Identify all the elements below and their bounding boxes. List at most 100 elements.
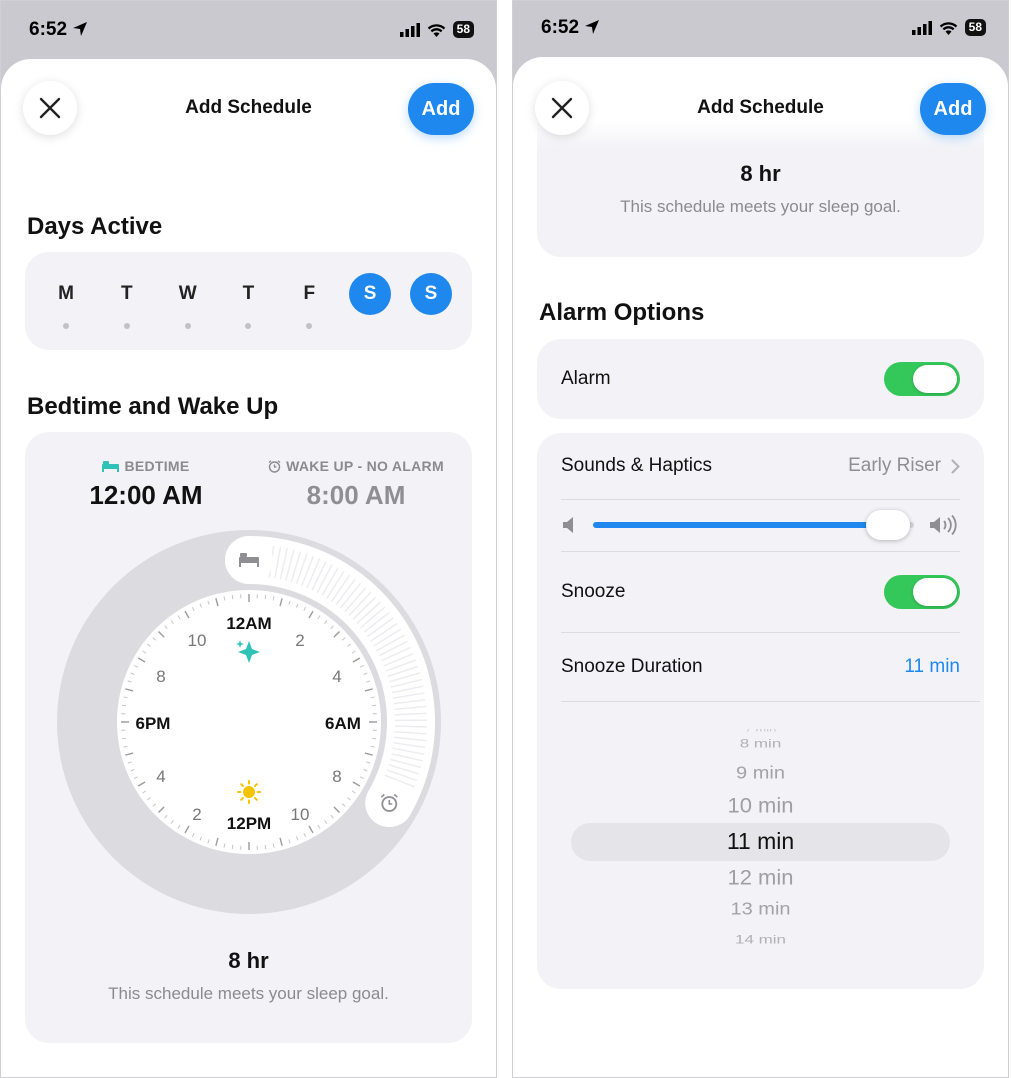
snooze-label: Snooze xyxy=(561,581,626,602)
clock-tick xyxy=(122,737,127,740)
sounds-haptics-row[interactable]: Sounds & Haptics Early Riser xyxy=(561,433,960,499)
bedtime-value: 12:00 AM xyxy=(89,480,203,510)
toggle-knob xyxy=(913,578,957,606)
add-button[interactable]: Add xyxy=(920,83,986,135)
clock-tick xyxy=(231,595,234,600)
status-bar: 6:52 58 xyxy=(513,1,1008,59)
clock-number: 2 xyxy=(192,805,201,824)
wake-column[interactable]: WAKE UP - NO ALARM 8:00 AM xyxy=(251,458,461,511)
picker-item[interactable]: 7 min xyxy=(537,729,984,733)
sleep-arc-hatch xyxy=(394,725,427,728)
alarm-toggle[interactable] xyxy=(884,362,960,396)
toggle-knob xyxy=(913,365,957,393)
speaker-high-icon xyxy=(930,515,957,535)
battery-indicator: 58 xyxy=(964,19,986,36)
goal-hours: 8 hr xyxy=(740,161,781,186)
snooze-duration-picker[interactable]: 7 min 8 min 9 min 10 min 11 min 12 min 13 min 1… xyxy=(537,729,984,949)
day-dot xyxy=(184,323,191,329)
clock-tick xyxy=(122,704,127,707)
day-letter: S xyxy=(409,273,452,315)
snooze-toggle[interactable] xyxy=(884,575,960,609)
location-arrow-icon xyxy=(585,20,600,34)
add-schedule-sheet: Add Schedule Add Days Active M T W T F SS Bed… xyxy=(1,59,496,1077)
day-toggle[interactable]: T xyxy=(106,273,148,329)
day-toggle[interactable]: T xyxy=(227,273,269,329)
snooze-row: Snooze xyxy=(561,552,960,632)
snooze-duration-value: 11 min xyxy=(904,656,960,677)
location-arrow-icon xyxy=(73,22,88,36)
add-button[interactable]: Add xyxy=(408,83,474,135)
nav-bar: Add Schedule Add xyxy=(513,81,1008,137)
day-letter: F xyxy=(303,283,316,304)
clock-tick xyxy=(371,737,376,740)
alarm-card: Alarm xyxy=(537,339,984,419)
clock-tick xyxy=(264,595,267,600)
days-row: M T W T F SS xyxy=(25,252,472,350)
status-bar: 6:52 58 xyxy=(1,1,496,59)
status-icons: 58 xyxy=(911,19,986,36)
nav-bar: Add Schedule Add xyxy=(1,81,496,137)
chevron-right-icon xyxy=(951,459,960,473)
phone-left: 6:52 58 Add Schedule Add Days Active M T W… xyxy=(0,0,497,1078)
day-letter: T xyxy=(121,283,133,304)
day-toggle[interactable]: S xyxy=(409,273,452,329)
status-icons: 58 xyxy=(399,21,474,38)
add-schedule-sheet: 8 hr This schedule meets your sleep goal… xyxy=(513,57,1008,1077)
day-dot xyxy=(245,323,252,329)
picker-item[interactable]: 8 min xyxy=(537,737,984,751)
day-toggle[interactable]: S xyxy=(349,273,392,329)
day-dot xyxy=(63,323,69,329)
goal-text: This schedule meets your sleep goal. xyxy=(108,984,389,1003)
wake-value: 8:00 AM xyxy=(306,480,406,510)
day-toggle[interactable]: W xyxy=(167,273,209,329)
volume-slider-fill xyxy=(593,522,905,528)
bed-icon xyxy=(102,461,120,472)
day-letter: W xyxy=(178,283,197,304)
phone-right: 6:52 58 8 hr This schedule meets your sl… xyxy=(512,0,1009,1078)
bedtime-wake-title: Bedtime and Wake Up xyxy=(27,393,279,420)
status-time: 6:52 xyxy=(541,17,600,39)
bedtime-column[interactable]: BEDTIME 12:00 AM xyxy=(61,458,231,511)
clock-tick xyxy=(371,704,376,707)
bedtime-wake-card: BEDTIME 12:00 AM WAKE UP - NO ALARM 8:00… xyxy=(25,432,472,1043)
picker-item[interactable]: 11 min xyxy=(537,828,984,855)
clock-label-top: 12AM xyxy=(226,614,271,633)
picker-item[interactable]: 9 min xyxy=(537,763,984,783)
snooze-duration-label: Snooze Duration xyxy=(561,656,703,677)
wake-label: WAKE UP - NO ALARM xyxy=(286,458,444,474)
clock-tick xyxy=(231,844,234,849)
volume-slider-thumb[interactable] xyxy=(866,510,911,540)
clock-tick xyxy=(264,844,267,849)
day-letter: T xyxy=(242,283,255,304)
volume-slider-track[interactable] xyxy=(593,510,914,540)
clock-label-bottom: 12PM xyxy=(227,814,271,833)
volume-row xyxy=(561,500,960,550)
snooze-duration-row[interactable]: Snooze Duration 11 min xyxy=(561,633,960,701)
bedtime-label: BEDTIME xyxy=(124,458,190,474)
days-active-title: Days Active xyxy=(27,213,163,240)
sounds-label: Sounds & Haptics xyxy=(561,455,713,476)
alarm-clock-icon xyxy=(268,459,281,473)
picker-item[interactable]: 10 min xyxy=(537,793,984,818)
goal-text: This schedule meets your sleep goal. xyxy=(620,197,901,216)
clock-number: 10 xyxy=(291,805,310,824)
battery-indicator: 58 xyxy=(452,21,474,38)
divider xyxy=(561,701,980,702)
speaker-low-icon xyxy=(563,517,573,533)
picker-item[interactable]: 13 min xyxy=(537,899,984,919)
day-toggle[interactable]: F xyxy=(288,273,330,329)
day-toggle[interactable]: M xyxy=(45,273,87,329)
picker-item[interactable]: 14 min xyxy=(537,933,984,947)
sleep-clock-dial[interactable]: 12AM 12PM 6PM 6AM 10 2 8 4 4 8 2 10 xyxy=(49,522,449,922)
day-letter: M xyxy=(58,283,74,304)
clock-number: 4 xyxy=(332,667,341,686)
clock-number: 8 xyxy=(156,667,165,686)
picker-item[interactable]: 12 min xyxy=(537,865,984,890)
sounds-value: Early Riser xyxy=(848,455,941,476)
clock-label-right: 6AM xyxy=(325,714,361,733)
alarm-options-title: Alarm Options xyxy=(539,299,705,326)
bedtime-handle[interactable] xyxy=(225,536,273,584)
day-dot xyxy=(306,323,313,329)
days-active-card: M T W T F SS xyxy=(25,252,472,350)
wake-handle[interactable] xyxy=(365,779,414,827)
